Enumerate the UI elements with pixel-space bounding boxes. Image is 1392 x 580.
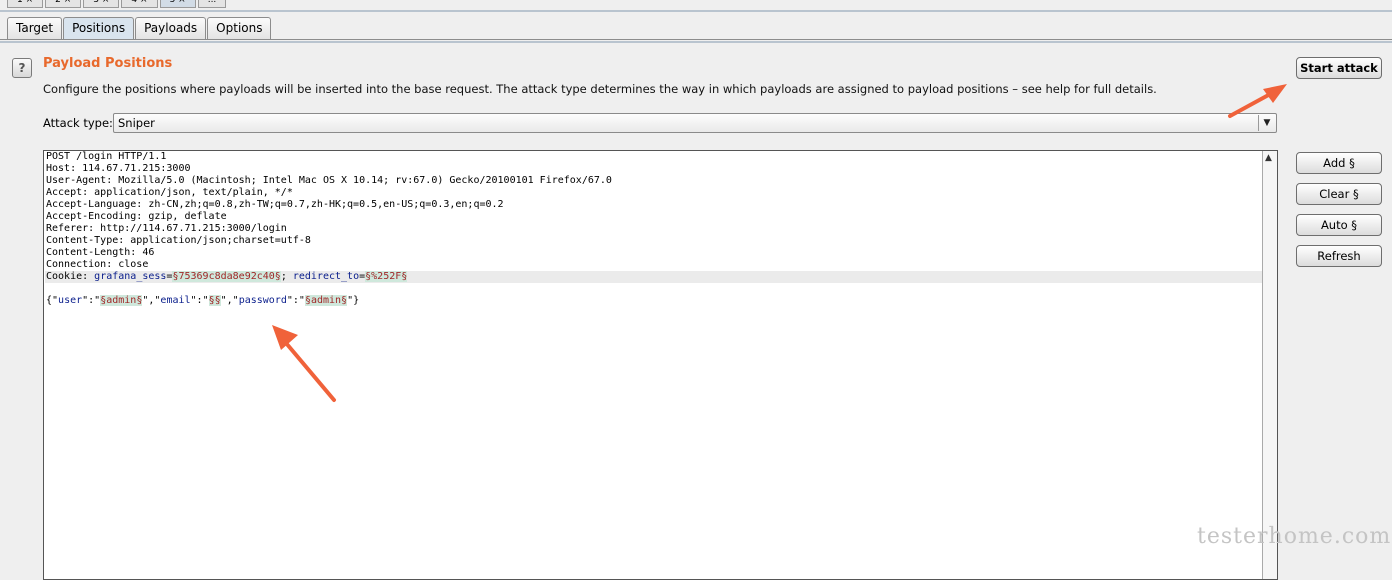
- help-icon[interactable]: ?: [12, 58, 32, 78]
- section-description: Configure the positions where payloads w…: [43, 82, 1157, 96]
- json-key: email: [160, 295, 191, 306]
- request-text: POST /login HTTP/1.1 Host: 114.67.71.215…: [45, 151, 1264, 307]
- payload-marker[interactable]: §%252F§: [365, 271, 408, 282]
- body-line: {"user":"§admin§","email":"§§","password…: [45, 295, 1264, 307]
- json-punct: ":": [82, 295, 101, 306]
- tab-strip-divider: [0, 10, 1392, 12]
- payload-marker[interactable]: §75369c8da8e92c40§: [172, 271, 281, 282]
- request-tab-strip: 1 × 2 × 3 × 4 × 5 × ...: [7, 0, 228, 9]
- cookie-separator: ;: [280, 271, 293, 282]
- json-punct: ",": [142, 295, 161, 306]
- cookie-name: grafana_sess: [94, 271, 167, 282]
- scroll-up-arrow-icon[interactable]: ▲: [1265, 153, 1272, 163]
- request-line: Connection: close: [46, 259, 149, 270]
- request-line: Accept: application/json, text/plain, */…: [46, 187, 293, 198]
- request-line: Content-Length: 46: [46, 247, 155, 258]
- tab-payloads[interactable]: Payloads: [135, 17, 207, 39]
- request-line: Accept-Encoding: gzip, deflate: [46, 211, 227, 222]
- attack-type-label: Attack type:: [43, 116, 113, 130]
- add-marker-button[interactable]: Add §: [1296, 152, 1382, 174]
- request-line: Host: 114.67.71.215:3000: [46, 163, 191, 174]
- json-punct: "}: [347, 295, 360, 306]
- tab-options[interactable]: Options: [207, 17, 272, 39]
- sub-tab-divider: [0, 39, 1392, 40]
- cookie-prefix: Cookie:: [46, 271, 95, 282]
- dropdown-arrow-icon[interactable]: ▼: [1258, 115, 1275, 131]
- attack-type-value: Sniper: [118, 116, 155, 130]
- arrow-to-start-attack: [1228, 84, 1287, 118]
- sub-tab-accent-line: [0, 41, 1392, 43]
- request-tab[interactable]: 3 ×: [83, 0, 120, 8]
- start-attack-button[interactable]: Start attack: [1296, 57, 1382, 79]
- intruder-sub-tabs: Target Positions Payloads Options: [7, 17, 272, 39]
- clear-markers-button[interactable]: Clear §: [1296, 183, 1382, 205]
- request-editor[interactable]: POST /login HTTP/1.1 Host: 114.67.71.215…: [43, 150, 1278, 580]
- payload-marker[interactable]: §admin§: [304, 295, 348, 306]
- json-key: user: [58, 295, 83, 306]
- request-line: Accept-Language: zh-CN,zh;q=0.8,zh-TW;q=…: [46, 199, 504, 210]
- tab-positions[interactable]: Positions: [63, 17, 135, 39]
- json-punct: ":": [286, 295, 305, 306]
- json-punct: {": [46, 295, 59, 306]
- vertical-scrollbar[interactable]: ▲: [1262, 151, 1277, 579]
- json-punct: ":": [190, 295, 209, 306]
- request-tab-active[interactable]: 5 ×: [159, 0, 196, 8]
- request-tab-more[interactable]: ...: [197, 0, 227, 8]
- auto-markers-button[interactable]: Auto §: [1296, 214, 1382, 236]
- payload-marker[interactable]: §§: [208, 295, 221, 306]
- tab-target[interactable]: Target: [7, 17, 63, 39]
- request-line: Referer: http://114.67.71.215:3000/login: [46, 223, 287, 234]
- cookie-name: redirect_to: [292, 271, 360, 282]
- request-line: User-Agent: Mozilla/5.0 (Macintosh; Inte…: [46, 175, 612, 186]
- attack-type-select[interactable]: Sniper ▼: [113, 113, 1277, 133]
- payload-marker[interactable]: §admin§: [100, 295, 143, 306]
- request-line: Content-Type: application/json;charset=u…: [46, 235, 311, 246]
- watermark: testerhome.com: [1197, 524, 1392, 549]
- request-tab[interactable]: 2 ×: [45, 0, 82, 8]
- section-title: Payload Positions: [43, 56, 173, 71]
- refresh-button[interactable]: Refresh: [1296, 245, 1382, 267]
- request-line: POST /login HTTP/1.1: [46, 151, 167, 162]
- json-key: password: [238, 295, 287, 306]
- json-punct: ",": [220, 295, 239, 306]
- request-tab[interactable]: 1 ×: [7, 0, 44, 8]
- cookie-line: Cookie: grafana_sess=§75369c8da8e92c40§;…: [45, 271, 1264, 283]
- request-tab[interactable]: 4 ×: [121, 0, 158, 8]
